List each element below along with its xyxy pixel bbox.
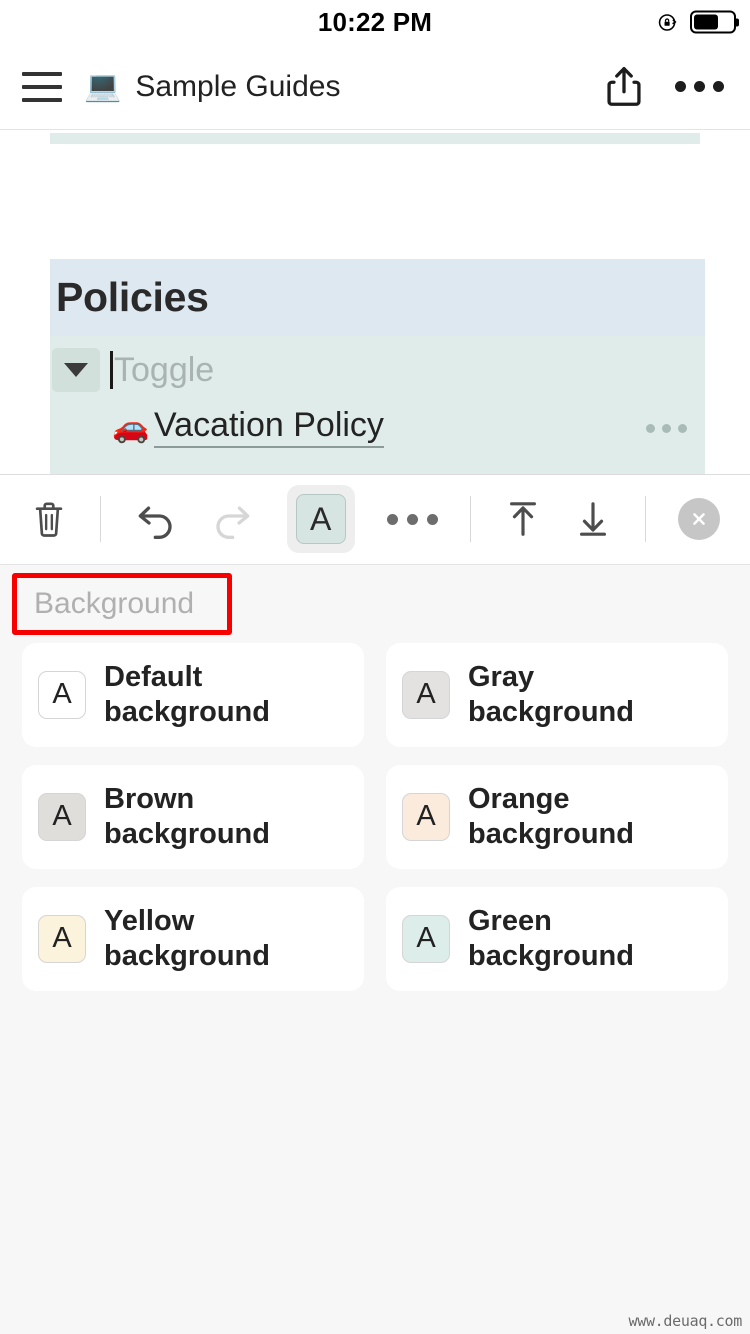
background-option-label-line2: background	[468, 939, 634, 972]
background-option-label-line1: Yellow	[104, 905, 195, 938]
policy-emoji-icon: 🚗	[112, 411, 150, 444]
status-bar: 10:22 PM	[0, 0, 750, 44]
letter-a-icon: A	[295, 494, 346, 544]
policy-list-item[interactable]: 😴Request Time Off	[50, 460, 705, 474]
background-option-label-line2: background	[468, 695, 634, 728]
background-option-label-line1: Orange	[468, 783, 570, 816]
toolbar-separator-2	[470, 496, 472, 542]
rotation-lock-icon	[657, 11, 679, 33]
background-option-label-line1: Brown	[104, 783, 195, 816]
partial-block-above	[50, 133, 700, 144]
caret-down-icon[interactable]	[52, 348, 100, 392]
undo-button[interactable]	[134, 499, 178, 539]
delete-button[interactable]	[30, 498, 68, 540]
background-option-label-line2: background	[104, 939, 270, 972]
background-options-sheet: Background A Default background A Gray backgr…	[0, 563, 750, 1334]
background-option-label-line1: Green	[468, 905, 552, 938]
share-icon[interactable]	[605, 65, 643, 109]
app-root: 10:22 PM 💻 Sample Guides Policies Toggle…	[0, 0, 750, 1334]
text-cursor	[110, 351, 113, 389]
toggle-row[interactable]: Toggle	[50, 344, 705, 396]
nav-actions	[605, 65, 726, 109]
background-swatch-letter-a-icon: A	[38, 914, 86, 963]
policy-link-label[interactable]: Vacation Policy	[154, 407, 384, 449]
background-option-label: Orange background	[468, 782, 634, 850]
status-bar-time: 10:22 PM	[317, 6, 433, 37]
background-option-card[interactable]: A Gray background	[386, 642, 728, 747]
hamburger-menu-icon[interactable]	[22, 71, 62, 102]
background-option-card[interactable]: A Brown background	[22, 764, 364, 869]
more-options-icon[interactable]	[673, 73, 726, 100]
background-option-label: Gray background	[468, 660, 634, 728]
toolbar-separator-1	[100, 496, 102, 542]
policies-heading-block[interactable]: Policies	[50, 259, 705, 336]
background-options-grid: A Default background A Gray background A Brown b…	[22, 641, 728, 991]
background-option-label: Brown background	[104, 782, 270, 850]
background-swatch-letter-a-icon: A	[402, 792, 450, 841]
background-swatch-letter-a-icon: A	[38, 792, 86, 841]
background-option-card[interactable]: A Green background	[386, 886, 728, 991]
background-option-label-line1: Gray	[468, 661, 535, 694]
policy-list-item[interactable]: 🚗 Vacation Policy	[50, 396, 705, 460]
page-emoji-icon: 💻	[84, 69, 122, 103]
redo-button[interactable]	[210, 499, 254, 539]
status-bar-indicators	[657, 10, 736, 34]
section-label-background: Background	[34, 586, 195, 620]
policies-block: Policies Toggle 🚗Vacation Policy😴Request…	[50, 259, 705, 474]
navigation-bar: 💻 Sample Guides	[0, 44, 750, 130]
policy-list: 🚗Vacation Policy😴Request Time Off☕Benefi…	[50, 396, 705, 474]
background-option-label-line1: Default	[104, 661, 203, 694]
background-option-label: Yellow background	[104, 904, 270, 972]
background-option-label-line2: background	[468, 817, 634, 850]
text-format-button[interactable]: A	[286, 485, 355, 553]
background-swatch-letter-a-icon: A	[402, 914, 450, 963]
toggle-placeholder-text: Toggle	[114, 350, 215, 389]
background-option-card[interactable]: A Default background	[22, 642, 364, 747]
background-option-label: Default background	[104, 660, 270, 728]
toggle-block: Toggle 🚗Vacation Policy😴Request Time Off…	[50, 336, 705, 474]
outdent-button[interactable]	[504, 498, 542, 540]
background-option-label-line2: background	[104, 695, 270, 728]
policy-link-label[interactable]: Request Time Off	[154, 471, 418, 474]
background-option-card[interactable]: A Orange background	[386, 764, 728, 869]
background-swatch-letter-a-icon: A	[402, 670, 450, 719]
background-option-label-line2: background	[104, 817, 270, 850]
toolbar-separator-3	[644, 496, 646, 542]
page-title: Sample Guides	[135, 69, 341, 103]
background-option-label: Green background	[468, 904, 634, 972]
indent-button[interactable]	[574, 498, 612, 540]
document-canvas: Policies Toggle 🚗Vacation Policy😴Request…	[0, 130, 750, 474]
more-format-button[interactable]	[387, 513, 439, 525]
watermark: www.deuaq.com	[628, 1312, 742, 1330]
row-more-icon[interactable]	[646, 423, 687, 433]
background-swatch-letter-a-icon: A	[38, 670, 86, 719]
close-circle-icon[interactable]	[678, 498, 721, 540]
battery-icon	[690, 10, 736, 34]
policies-heading-text: Policies	[56, 274, 209, 320]
background-option-card[interactable]: A Yellow background	[22, 886, 364, 991]
edit-toolbar: A	[0, 473, 750, 564]
